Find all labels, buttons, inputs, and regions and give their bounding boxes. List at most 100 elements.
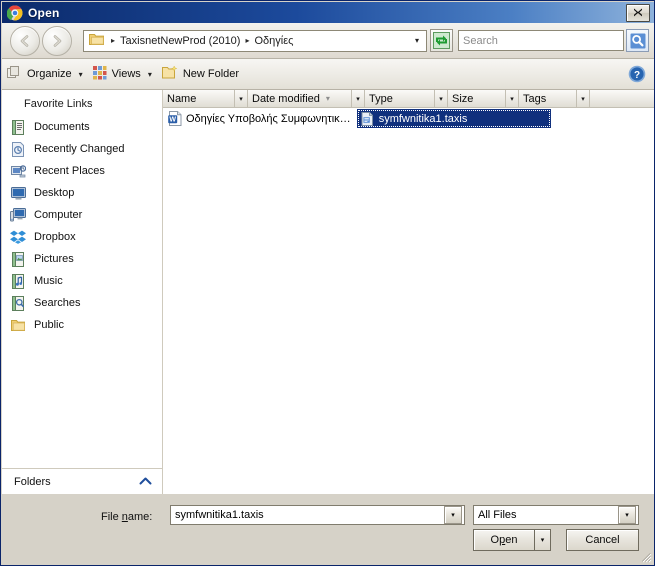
column-split-size[interactable]: ▾: [506, 90, 519, 107]
refresh-icon[interactable]: [430, 29, 453, 52]
sidebar-item-label: Documents: [34, 121, 90, 133]
sidebar-item-computer[interactable]: Computer: [2, 204, 162, 226]
sidebar-item-public[interactable]: Public: [2, 314, 162, 336]
resize-grip[interactable]: [640, 551, 652, 563]
new-folder-icon: [161, 64, 178, 83]
sidebar-item-label: Public: [34, 319, 64, 331]
taxis-file-icon: [360, 111, 376, 127]
column-header-size[interactable]: Size: [448, 90, 506, 107]
cancel-button[interactable]: Cancel: [566, 529, 639, 551]
column-header-tags-label: Tags: [523, 92, 547, 105]
column-header-date-modified[interactable]: Date modified ▾: [248, 90, 352, 107]
word-document-icon: W: [167, 111, 183, 127]
recently-changed-icon: [10, 141, 26, 157]
pictures-icon: [10, 251, 26, 267]
table-row: W Οδηγίες Υποβολής Συμφωνητικ… symfwniti…: [163, 109, 654, 128]
chevron-down-icon[interactable]: ▾: [148, 70, 152, 79]
file-name-input[interactable]: symfwnitika1.taxis ▾: [170, 505, 465, 525]
forward-button[interactable]: [42, 25, 72, 56]
open-button[interactable]: Op en: [473, 529, 535, 551]
sidebar-item-searches[interactable]: Searches: [2, 292, 162, 314]
open-split-dropdown-icon[interactable]: ▾: [535, 529, 551, 551]
desktop-icon: [10, 185, 26, 201]
chevron-down-icon[interactable]: ▾: [79, 70, 83, 79]
sidebar-item-pictures[interactable]: Pictures: [2, 248, 162, 270]
sidebar-item-dropbox[interactable]: Dropbox: [2, 226, 162, 248]
computer-icon: [10, 207, 26, 223]
chevron-up-icon[interactable]: [139, 476, 152, 488]
sidebar-item-music[interactable]: Music: [2, 270, 162, 292]
search-icon[interactable]: [626, 29, 649, 52]
sidebar-item-label: Recent Places: [34, 165, 105, 177]
title-bar: Open: [2, 2, 654, 23]
column-header-date-modified-label: Date modified: [252, 92, 320, 105]
breadcrumb-part-1[interactable]: Οδηγίες: [254, 35, 293, 47]
sidebar-item-label: Pictures: [34, 253, 74, 265]
file-item-word-document[interactable]: W Οδηγίες Υποβολής Συμφωνητικ…: [167, 111, 351, 127]
column-header-tags[interactable]: Tags: [519, 90, 577, 107]
breadcrumb[interactable]: ▸ TaxisnetNewProd (2010) ▸ Οδηγίες ▾: [83, 29, 427, 52]
file-item-label: symfwnitika1.taxis: [378, 112, 468, 125]
back-button[interactable]: [10, 25, 40, 56]
file-name-label: File name:: [101, 511, 152, 523]
favorite-links-header: Favorite Links: [24, 98, 93, 110]
file-name-dropdown-icon[interactable]: ▾: [444, 506, 462, 524]
window-title: Open: [28, 5, 60, 20]
column-split-date-modified[interactable]: ▾: [352, 90, 365, 107]
column-header-filler: [590, 90, 654, 107]
views-grid-icon: [92, 65, 107, 83]
file-item-label: Οδηγίες Υποβολής Συμφωνητικ…: [186, 112, 351, 125]
sidebar-item-recent-places[interactable]: Recent Places: [2, 160, 162, 182]
new-folder-button[interactable]: New Folder: [157, 63, 244, 86]
breadcrumb-part-0[interactable]: TaxisnetNewProd (2010): [120, 35, 240, 47]
folders-pane-toggle[interactable]: Folders: [2, 468, 162, 494]
sidebar-item-desktop[interactable]: Desktop: [2, 182, 162, 204]
svg-text:W: W: [169, 117, 176, 124]
file-name-label-pre: File: [101, 511, 122, 523]
file-type-select[interactable]: All Files ▾: [473, 505, 639, 525]
breadcrumb-separator-1[interactable]: ▸: [240, 36, 254, 45]
file-name-value: symfwnitika1.taxis: [175, 509, 264, 521]
public-folder-icon: [10, 317, 26, 333]
column-header-type-label: Type: [369, 92, 393, 105]
folder-icon: [89, 33, 104, 49]
svg-text:?: ?: [634, 70, 640, 81]
column-header-type[interactable]: Type: [365, 90, 435, 107]
column-header-row: Name ▾ Date modified ▾ ▾ Type ▾ Size ▾ T…: [163, 90, 654, 108]
sort-descending-icon: ▾: [325, 94, 330, 103]
help-icon[interactable]: ?: [628, 65, 646, 83]
organize-button[interactable]: Organize ▾: [2, 63, 88, 86]
column-header-size-label: Size: [452, 92, 474, 105]
dropbox-icon: [10, 229, 26, 245]
breadcrumb-separator-0[interactable]: ▸: [106, 36, 120, 45]
recent-places-icon: [10, 163, 26, 179]
chevron-down-icon[interactable]: ▾: [415, 36, 423, 45]
chrome-icon: [6, 4, 23, 21]
organize-label: Organize: [27, 68, 72, 80]
sidebar-item-label: Recently Changed: [34, 143, 125, 155]
column-split-tags[interactable]: ▾: [577, 90, 590, 107]
column-header-name[interactable]: Name: [163, 90, 235, 107]
file-name-label-post: ame:: [127, 511, 153, 523]
sidebar-item-recently-changed[interactable]: Recently Changed: [2, 138, 162, 160]
column-split-type[interactable]: ▾: [435, 90, 448, 107]
sidebar-item-documents[interactable]: Documents: [2, 116, 162, 138]
sidebar-item-label: Desktop: [34, 187, 75, 199]
dialog-content: Favorite Links Documents Recently Change…: [2, 90, 654, 494]
sidebar-item-label: Music: [34, 275, 63, 287]
search-placeholder: Search: [463, 34, 498, 47]
file-type-dropdown-icon[interactable]: ▾: [618, 506, 636, 524]
sidebar-item-label: Computer: [34, 209, 83, 221]
open-label-post: en: [505, 534, 518, 546]
toolbar: Organize ▾ Views ▾ New Folder ?: [2, 59, 654, 90]
close-icon[interactable]: [626, 3, 650, 22]
column-header-name-label: Name: [167, 92, 197, 105]
file-item-taxis-selected[interactable]: symfwnitika1.taxis: [356, 109, 552, 128]
address-bar: ▸ TaxisnetNewProd (2010) ▸ Οδηγίες ▾ Sea…: [2, 23, 654, 59]
column-split-name[interactable]: ▾: [235, 90, 248, 107]
open-file-dialog: Open ▸ TaxisnetNewProd (2010) ▸ Οδηγίες …: [0, 0, 655, 566]
views-button[interactable]: Views ▾: [88, 63, 157, 86]
search-input[interactable]: Search: [458, 30, 624, 51]
file-rows: W Οδηγίες Υποβολής Συμφωνητικ… symfwniti…: [163, 108, 654, 128]
sidebar-item-label: Searches: [34, 297, 81, 309]
